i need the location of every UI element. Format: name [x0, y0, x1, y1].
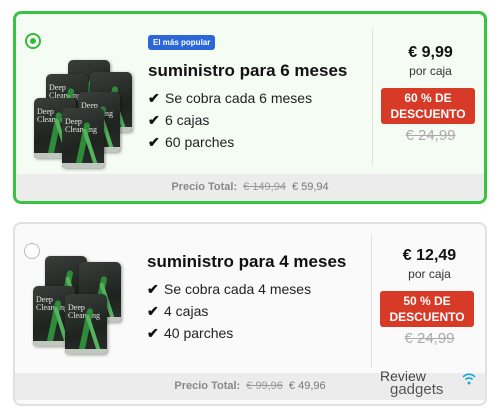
- wifi-icon: [462, 373, 476, 385]
- feature-item: ✔ 4 cajas: [147, 303, 209, 319]
- checkmark-icon: ✔: [147, 281, 159, 297]
- unit-price: € 9,99: [408, 44, 453, 61]
- discount-badge: 60 % DE DESCUENTO: [381, 88, 475, 124]
- checkmark-icon: ✔: [147, 303, 159, 319]
- total-old-price: € 149,94: [243, 181, 286, 193]
- old-unit-price: € 24,99: [404, 330, 455, 347]
- feature-item: ✔ Se cobra cada 6 meses: [148, 90, 313, 106]
- feature-item: ✔ 40 parches: [147, 325, 234, 341]
- old-unit-price: € 24,99: [405, 127, 456, 144]
- offer-title: suministro para 4 meses: [147, 252, 347, 271]
- total-new-price: € 49,96: [288, 380, 326, 392]
- unit-price: € 12,49: [402, 247, 457, 264]
- checkmark-icon: ✔: [148, 112, 160, 128]
- feature-item: ✔ 60 parches: [148, 134, 235, 150]
- most-popular-badge: El más popular: [148, 35, 216, 50]
- feature-item: ✔ 6 cajas: [148, 112, 210, 128]
- product-image: Deep Cleansing Deep Cleansing: [31, 242, 141, 362]
- total-price-bar: Precio Total: € 149,94 € 59,94: [16, 174, 484, 201]
- product-image: Deep Cleansing Deep Cleansing Deep Clean…: [32, 42, 142, 168]
- checkmark-icon: ✔: [148, 90, 160, 106]
- checkmark-icon: ✔: [147, 325, 159, 341]
- review-gadgets-watermark: Review gadgets: [380, 368, 444, 398]
- per-box-label: por caja: [409, 64, 452, 78]
- feature-item: ✔ Se cobra cada 4 meses: [147, 281, 312, 297]
- total-old-price: € 99,96: [246, 380, 283, 392]
- per-box-label: por caja: [408, 267, 451, 281]
- checkmark-icon: ✔: [148, 134, 160, 150]
- offer-title: suministro para 6 meses: [148, 61, 348, 80]
- discount-badge: 50 % DE DESCUENTO: [380, 291, 474, 327]
- offer-card-6-months[interactable]: Deep Cleansing Deep Cleansing Deep Clean…: [13, 11, 487, 204]
- total-new-price: € 59,94: [291, 181, 329, 193]
